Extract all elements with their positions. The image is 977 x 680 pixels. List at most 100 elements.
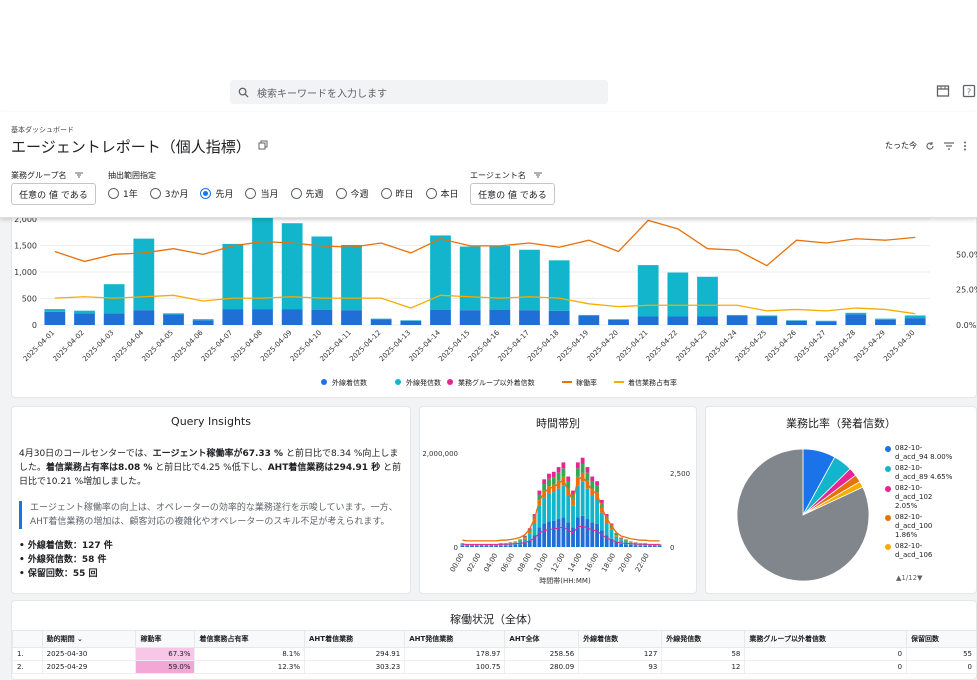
hourly-bar-segment[interactable] — [562, 468, 566, 476]
hourly-bar-segment[interactable] — [528, 533, 532, 540]
hourly-bar-segment[interactable] — [566, 496, 570, 523]
bar-outbound[interactable] — [578, 315, 599, 316]
bar-inbound[interactable] — [74, 313, 95, 325]
table-header[interactable]: 外線着信数 — [579, 631, 662, 648]
pie-pager[interactable]: ▲1/12▼ — [896, 574, 923, 582]
table-header[interactable]: 保留回数 — [907, 631, 977, 648]
hourly-bar-segment[interactable] — [595, 486, 599, 493]
bar-inbound[interactable] — [845, 314, 866, 325]
hourly-bar-segment[interactable] — [624, 544, 628, 547]
table-header[interactable]: 業務グループ以外着信数 — [745, 631, 907, 648]
hourly-bar-segment[interactable] — [485, 546, 489, 547]
hourly-bar-segment[interactable] — [509, 545, 513, 547]
legend-label[interactable]: 外線着信数 — [332, 378, 367, 387]
hourly-bar-segment[interactable] — [586, 489, 590, 519]
hourly-bar-segment[interactable] — [581, 458, 585, 464]
hourly-bar-segment[interactable] — [542, 498, 546, 524]
bar-inbound[interactable] — [460, 310, 481, 325]
store-icon[interactable] — [936, 84, 950, 98]
hourly-bar-segment[interactable] — [518, 539, 522, 540]
hourly-bar-segment[interactable] — [566, 477, 570, 482]
hourly-bar-segment[interactable] — [518, 541, 522, 542]
table-row[interactable]: 1.2025-04-3067.3%8.1%294.91178.97258.561… — [13, 648, 977, 661]
bar-outbound[interactable] — [786, 320, 807, 321]
bar-inbound[interactable] — [667, 317, 688, 325]
legend-label[interactable]: 外線発信数 — [406, 378, 441, 387]
radio-circle[interactable] — [426, 188, 437, 199]
breadcrumb[interactable]: 基本ダッシュボード — [11, 125, 74, 135]
hourly-bar-segment[interactable] — [494, 546, 498, 547]
bar-inbound[interactable] — [727, 316, 748, 325]
bar-outbound[interactable] — [608, 319, 629, 320]
radio-circle[interactable] — [291, 188, 302, 199]
bar-inbound[interactable] — [133, 310, 154, 325]
hourly-bar-segment[interactable] — [552, 477, 556, 485]
bar-inbound[interactable] — [816, 321, 837, 325]
bar-outbound[interactable] — [400, 320, 421, 321]
bar-inbound[interactable] — [519, 310, 540, 325]
hourly-bar-segment[interactable] — [480, 545, 484, 546]
hourly-bar-segment[interactable] — [557, 519, 561, 547]
pie-legend-item[interactable]: 082-10-d_acd_1022.05% — [885, 484, 952, 511]
hourly-bar-segment[interactable] — [494, 545, 498, 546]
hourly-bar-segment[interactable] — [600, 513, 604, 531]
bar-inbound[interactable] — [608, 320, 629, 325]
hourly-bar-segment[interactable] — [653, 545, 657, 546]
bar-inbound[interactable] — [193, 320, 214, 325]
bar-inbound[interactable] — [756, 317, 777, 325]
hourly-bar-segment[interactable] — [586, 473, 590, 481]
hourly-bar-segment[interactable] — [523, 543, 527, 547]
hourly-line[interactable] — [462, 477, 659, 541]
bar-outbound[interactable] — [252, 214, 273, 309]
hourly-bar-segment[interactable] — [595, 481, 599, 486]
help-icon[interactable]: ? — [962, 84, 976, 98]
hourly-bar-segment[interactable] — [562, 462, 566, 468]
hourly-bar-segment[interactable] — [518, 540, 522, 541]
hourly-bar-segment[interactable] — [624, 540, 628, 541]
bar-outbound[interactable] — [549, 260, 570, 310]
hourly-bar-segment[interactable] — [542, 523, 546, 547]
hourly-bar-segment[interactable] — [557, 489, 561, 519]
range-option[interactable]: 本日 — [426, 187, 459, 200]
hourly-bar-segment[interactable] — [537, 506, 541, 527]
hourly-bar-segment[interactable] — [595, 524, 599, 547]
hourly-bar-segment[interactable] — [634, 545, 638, 547]
hourly-bar-segment[interactable] — [547, 521, 551, 547]
bar-outbound[interactable] — [756, 315, 777, 316]
bar-inbound[interactable] — [341, 310, 362, 325]
hourly-bar-segment[interactable] — [590, 522, 594, 547]
bar-inbound[interactable] — [638, 317, 659, 325]
hourly-bar-segment[interactable] — [552, 492, 556, 521]
bar-outbound[interactable] — [163, 313, 184, 314]
hourly-bar-segment[interactable] — [581, 482, 585, 516]
bar-inbound[interactable] — [549, 311, 570, 325]
hourly-bar-segment[interactable] — [605, 523, 609, 536]
radio-circle[interactable] — [336, 188, 347, 199]
hourly-bar-segment[interactable] — [629, 542, 633, 543]
bar-outbound[interactable] — [667, 273, 688, 317]
bar-outbound[interactable] — [697, 277, 718, 317]
hourly-bar-segment[interactable] — [576, 468, 580, 476]
table-row[interactable]: 2.2025-04-2959.0%12.3%303.23100.75280.09… — [13, 661, 977, 674]
hourly-bar-segment[interactable] — [629, 542, 633, 543]
range-option[interactable]: 昨日 — [381, 187, 414, 200]
range-option[interactable]: 今週 — [336, 187, 369, 200]
hourly-bar-segment[interactable] — [528, 531, 532, 533]
hourly-bar-segment[interactable] — [624, 539, 628, 540]
hourly-bar-segment[interactable] — [658, 546, 662, 547]
pie-legend-item[interactable]: 082-10-d_acd_1001.86% — [885, 513, 952, 540]
hourly-bar-segment[interactable] — [586, 519, 590, 547]
hourly-bar-segment[interactable] — [552, 521, 556, 547]
bar-inbound[interactable] — [400, 321, 421, 325]
bar-outbound[interactable] — [74, 311, 95, 314]
hourly-bar-segment[interactable] — [658, 545, 662, 546]
bar-inbound[interactable] — [222, 309, 243, 325]
hourly-bar-segment[interactable] — [562, 485, 566, 517]
hourly-bar-segment[interactable] — [513, 545, 517, 547]
legend-label[interactable]: 稼働率 — [576, 378, 597, 387]
hourly-bar-segment[interactable] — [537, 527, 541, 547]
bar-inbound[interactable] — [252, 309, 273, 325]
table-header[interactable]: AHT着信業務 — [305, 631, 405, 648]
hourly-bar-segment[interactable] — [461, 546, 465, 547]
hourly-bar-segment[interactable] — [480, 546, 484, 547]
